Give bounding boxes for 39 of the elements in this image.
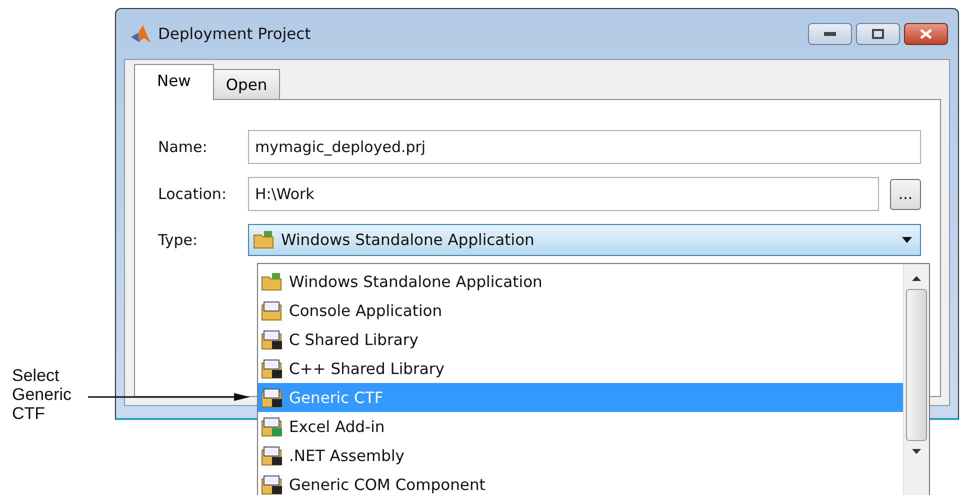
minimize-button[interactable] bbox=[808, 23, 852, 45]
folder-icon bbox=[261, 272, 283, 292]
name-field[interactable]: mymagic_deployed.prj bbox=[248, 130, 921, 164]
tab[interactable]: New bbox=[134, 64, 214, 100]
folder-icon bbox=[253, 230, 275, 250]
console-window-icon bbox=[261, 358, 283, 378]
field-label: Type: bbox=[158, 231, 199, 249]
callout-text: Select Generic CTF bbox=[12, 366, 73, 423]
scrollbar[interactable] bbox=[903, 264, 929, 495]
dropdown-option[interactable]: C++ Shared Library bbox=[258, 354, 903, 383]
dropdown-option[interactable]: Console Application bbox=[258, 296, 903, 325]
minimize-icon bbox=[824, 32, 836, 36]
tab[interactable]: Open bbox=[212, 69, 280, 99]
dropdown-option[interactable]: .NET Assembly bbox=[258, 441, 903, 470]
field-label: Name: bbox=[158, 138, 208, 156]
dropdown-option[interactable]: Excel Add-in bbox=[258, 412, 903, 441]
dropdown-option[interactable]: C Shared Library bbox=[258, 325, 903, 354]
caret-icon bbox=[902, 237, 912, 243]
browse-button[interactable]: ... bbox=[890, 178, 921, 210]
peak-logo-icon bbox=[130, 23, 152, 45]
field-label: Location: bbox=[158, 185, 228, 203]
close-icon bbox=[920, 29, 932, 39]
window-title: Deployment Project bbox=[158, 25, 311, 43]
scroll-up-icon bbox=[912, 276, 921, 281]
console-window-icon bbox=[261, 300, 283, 320]
dropdown-option[interactable]: Windows Standalone Application bbox=[258, 267, 903, 296]
scroll-down-icon bbox=[912, 449, 921, 454]
maximize-button[interactable] bbox=[856, 23, 900, 45]
location-field[interactable]: H:\Work bbox=[248, 177, 879, 211]
maximize-icon bbox=[872, 29, 884, 39]
console-window-icon bbox=[261, 330, 283, 350]
scroll-thumb[interactable] bbox=[906, 289, 927, 441]
console-window-icon bbox=[261, 446, 283, 466]
console-window-icon bbox=[261, 416, 283, 436]
dropdown-option[interactable]: Generic COM Component bbox=[258, 470, 903, 495]
type-dropdown[interactable]: Windows Standalone Application bbox=[248, 224, 921, 256]
console-window-icon bbox=[261, 388, 283, 408]
close-button[interactable] bbox=[904, 23, 948, 45]
console-window-icon bbox=[261, 474, 283, 494]
